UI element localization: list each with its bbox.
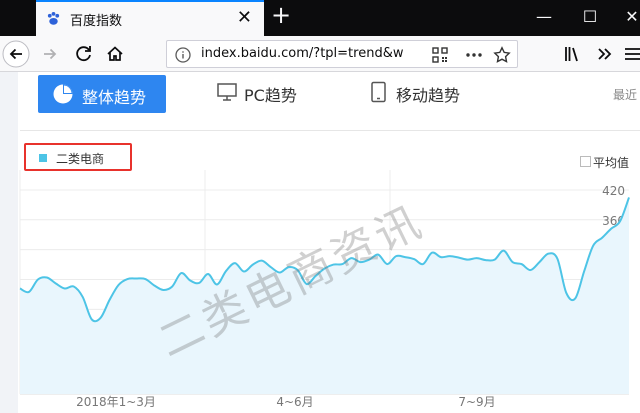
- minimize-button[interactable]: —: [522, 0, 566, 36]
- trend-chart[interactable]: 601201802403003604202018年1~3月4~6月7~9月: [0, 72, 640, 413]
- reload-button[interactable]: [70, 40, 98, 68]
- x-tick-label: 7~9月: [458, 395, 495, 409]
- page-content: 整体趋势 PC趋势 移动趋势 最近 二类电商 平均值 6012018024030…: [0, 72, 640, 413]
- back-button[interactable]: [2, 40, 30, 68]
- url-text[interactable]: index.baidu.com/?tpl=trend&w: [201, 46, 413, 61]
- close-tab-icon[interactable]: ✕: [237, 7, 252, 29]
- info-icon[interactable]: [175, 47, 191, 63]
- forward-button[interactable]: [36, 40, 64, 68]
- tab-title: 百度指数: [70, 14, 123, 29]
- new-tab-button[interactable]: +: [268, 3, 294, 29]
- library-icon[interactable]: [558, 40, 586, 68]
- maximize-button[interactable]: ☐: [568, 0, 612, 36]
- x-tick-label: 2018年1~3月: [76, 395, 156, 409]
- qr-code-icon[interactable]: [431, 46, 449, 64]
- baidu-paw-icon: [47, 11, 60, 25]
- bookmark-star-icon[interactable]: [493, 46, 511, 64]
- address-bar[interactable]: index.baidu.com/?tpl=trend&w: [166, 40, 518, 68]
- browser-titlebar: 百度指数 ✕ + — ☐ ✕: [0, 0, 640, 36]
- home-button[interactable]: [101, 40, 129, 68]
- browser-tab[interactable]: 百度指数 ✕: [36, 0, 264, 36]
- x-tick-label: 4~6月: [276, 395, 313, 409]
- page-actions-icon[interactable]: [465, 46, 483, 64]
- overflow-chevron-icon[interactable]: [590, 40, 618, 68]
- y-tick-label: 420: [602, 184, 625, 198]
- close-window-button[interactable]: ✕: [610, 0, 640, 36]
- navigation-toolbar: index.baidu.com/?tpl=trend&w: [0, 36, 640, 72]
- menu-icon[interactable]: [618, 40, 640, 68]
